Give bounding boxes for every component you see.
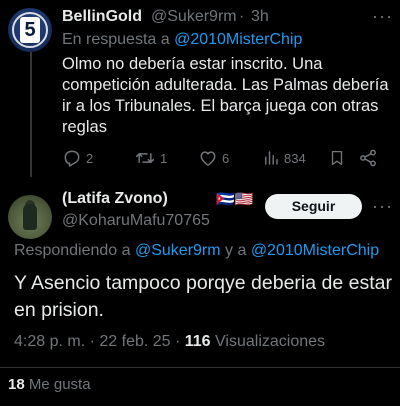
reply-button[interactable]: 2 [62,148,93,168]
reply-tweet[interactable]: 5 BellinGold @Suker9rm · 3h ··· En respu… [0,0,400,182]
share-icon [360,149,376,167]
likes-count: 18 [8,376,25,393]
follow-button[interactable]: Seguir [265,194,362,219]
author-name[interactable]: BellinGold [62,8,142,26]
reply-count: 2 [86,150,94,166]
mention-link[interactable]: @2010MisterChip [174,31,302,48]
tweet-date[interactable]: 22 feb. 25 [99,333,170,350]
retweet-icon [135,153,155,163]
replying-and: y a [220,242,251,259]
tweet-meta: 4:28 p. m. · 22 feb. 25 · 116 Visualizac… [14,333,325,351]
share-button[interactable] [358,148,378,168]
tweet-text: Olmo no debería estar inscrito. Una comp… [62,55,389,136]
meta-separator: · [170,333,185,350]
views-icon [265,151,278,165]
replying-to: Respondiendo a @Suker9rm y a @2010Mister… [14,242,379,260]
heart-icon [200,151,216,166]
mention-link[interactable]: @2010MisterChip [251,242,379,259]
thread-line [30,52,32,177]
more-horizontal-icon[interactable]: ··· [372,196,393,217]
views-count: 834 [284,150,306,166]
in-reply-to: En respuesta a @2010MisterChip [62,31,302,49]
reply-icon [64,150,80,167]
avatar-figure [23,204,37,230]
views-count: 116 [184,333,211,350]
views-label: Visualizaciones [210,333,326,350]
bookmark-icon [331,150,343,166]
retweet-button[interactable]: 1 [134,148,167,168]
in-reply-prefix: En respuesta a [62,31,175,48]
more-horizontal-icon[interactable]: ··· [372,6,393,27]
author-handle[interactable]: @Suker9rm [151,8,237,26]
author-handle[interactable]: @KoharuMafu70765 [62,212,210,230]
tweet-time[interactable]: 4:28 p. m. [14,333,85,350]
likes-link[interactable]: 18 Me gusta [8,376,91,393]
avatar-number: 5 [24,19,36,41]
meta-separator: · [85,333,100,350]
tweet-text: Y Asencio tampoco porqye deberia de esta… [14,272,392,321]
divider [0,367,400,368]
tweet-actions: 2 1 6 834 [62,148,382,172]
likes-label: Me gusta [24,376,91,393]
tweet-time[interactable]: 3h [251,8,269,26]
mention-link[interactable]: @Suker9rm [135,242,221,259]
like-count: 6 [222,150,230,166]
author-flags: 🇨🇺🇺🇸 [216,191,254,208]
author-name[interactable]: (Latifa Zvono) [62,190,168,208]
views-button[interactable]: 834 [262,148,306,168]
like-button[interactable]: 6 [198,148,229,168]
retweet-count: 1 [160,150,168,166]
separator-dot: · [239,8,245,25]
avatar[interactable]: 5 [8,8,52,52]
avatar[interactable] [8,195,52,239]
bookmark-button[interactable] [328,148,346,168]
replying-prefix: Respondiendo a [14,242,135,259]
